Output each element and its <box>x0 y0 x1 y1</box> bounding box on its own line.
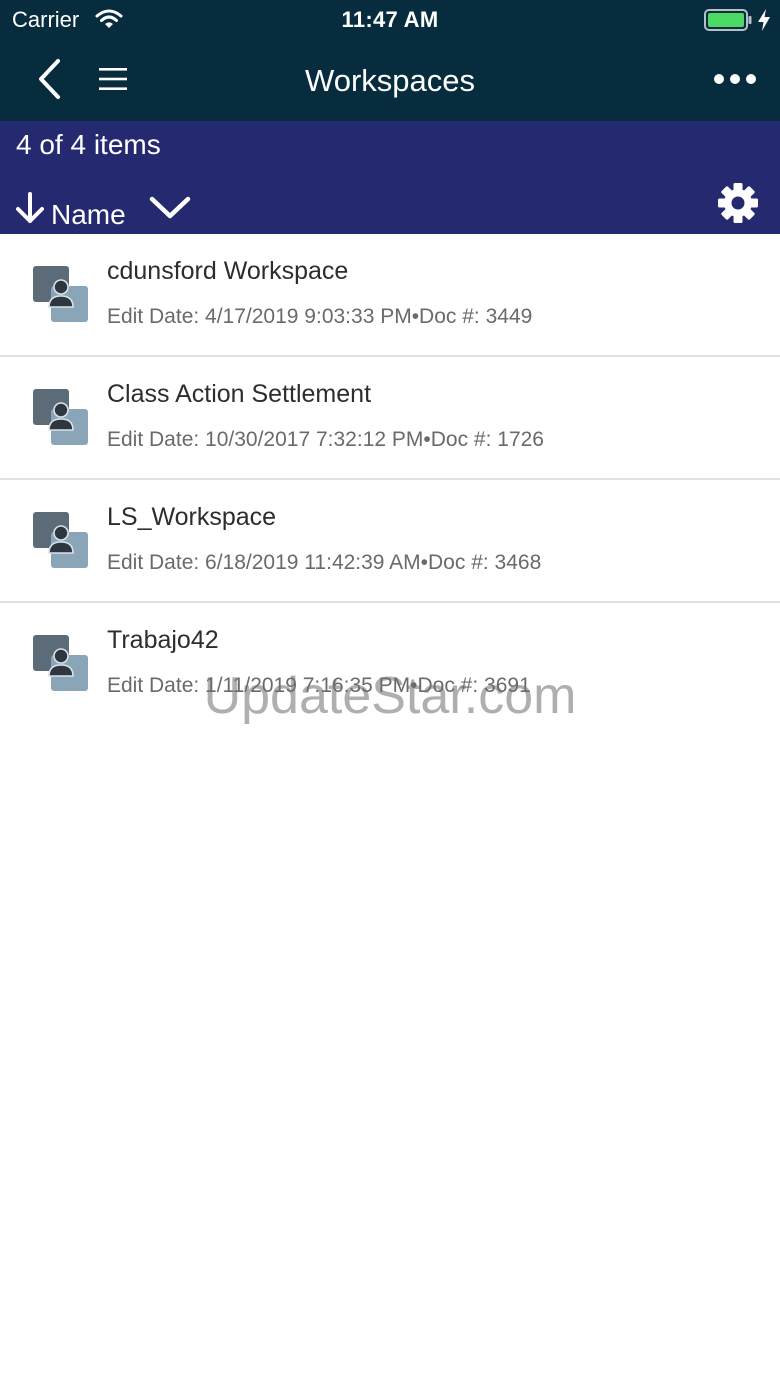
top-bar: Carrier 11:47 AM Workspaces <box>0 0 780 121</box>
list-item[interactable]: LS_Workspace Edit Date: 6/18/2019 11:42:… <box>0 480 780 603</box>
workspace-meta: Edit Date: 6/18/2019 11:42:39 AM•Doc #: … <box>107 551 542 574</box>
workspace-icon <box>33 635 88 691</box>
workspace-icon <box>33 512 88 568</box>
list-item[interactable]: Trabajo42 Edit Date: 1/11/2019 7:16:35 P… <box>0 603 780 724</box>
chevron-down-icon[interactable] <box>148 193 192 221</box>
gear-icon[interactable] <box>716 181 760 225</box>
workspace-icon <box>33 266 88 322</box>
workspace-icon <box>33 389 88 445</box>
clock: 11:47 AM <box>341 7 439 32</box>
battery-icon <box>704 9 752 31</box>
list-toolbar: 4 of 4 items Name <box>0 121 780 234</box>
workspace-name: LS_Workspace <box>107 503 277 531</box>
item-count: 4 of 4 items <box>16 129 161 160</box>
arrow-down-icon[interactable] <box>14 191 46 225</box>
workspace-name: cdunsford Workspace <box>107 257 349 285</box>
list-item[interactable]: cdunsford Workspace Edit Date: 4/17/2019… <box>0 234 780 357</box>
workspace-meta: Edit Date: 1/11/2019 7:16:35 PM•Doc #: 3… <box>107 674 531 697</box>
navigation-bar: Workspaces <box>0 40 780 121</box>
charging-icon <box>758 9 770 31</box>
sort-field-label[interactable]: Name <box>51 199 126 231</box>
workspace-name: Trabajo42 <box>107 626 219 654</box>
workspace-meta: Edit Date: 10/30/2017 7:32:12 PM•Doc #: … <box>107 428 544 451</box>
list-item[interactable]: Class Action Settlement Edit Date: 10/30… <box>0 357 780 480</box>
more-icon[interactable] <box>708 66 762 92</box>
page-title: Workspaces <box>305 63 475 98</box>
workspace-name: Class Action Settlement <box>107 380 372 408</box>
workspace-list: cdunsford Workspace Edit Date: 4/17/2019… <box>0 234 780 724</box>
workspace-meta: Edit Date: 4/17/2019 9:03:33 PM•Doc #: 3… <box>107 305 533 328</box>
status-bar: Carrier 11:47 AM <box>0 0 780 40</box>
